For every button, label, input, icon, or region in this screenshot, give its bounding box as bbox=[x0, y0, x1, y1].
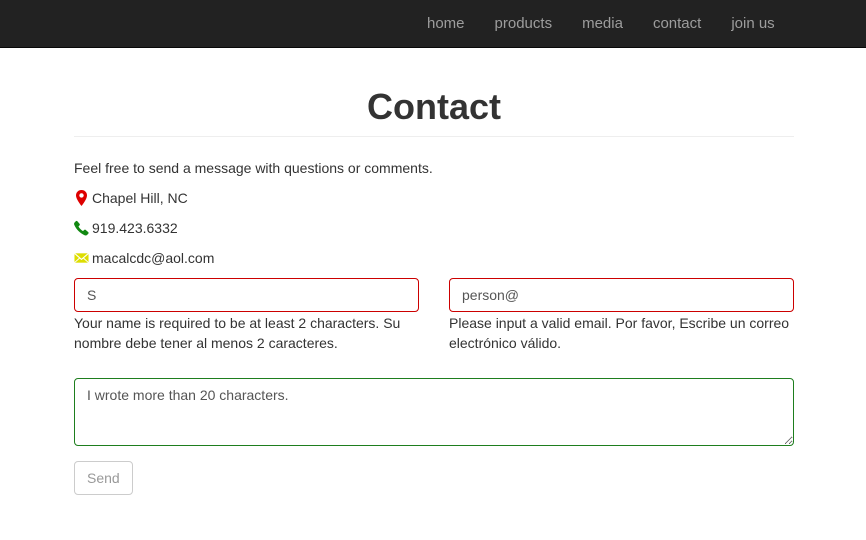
email-error-text: Please input a valid email. Por favor, E… bbox=[449, 315, 790, 351]
phone-line: 919.423.6332 bbox=[74, 218, 794, 238]
page-title: Contact bbox=[367, 86, 501, 127]
nav-links: home products media contact join us bbox=[412, 0, 790, 48]
main-container: Contact Feel free to send a message with… bbox=[74, 48, 794, 495]
map-marker-icon bbox=[76, 190, 87, 206]
contact-form-row: Your name is required to be at least 2 c… bbox=[74, 278, 794, 353]
location-line: Chapel Hill, NC bbox=[74, 188, 794, 208]
intro-text: Feel free to send a message with questio… bbox=[74, 160, 433, 176]
name-error-text: Your name is required to be at least 2 c… bbox=[74, 315, 401, 351]
email-line: macalcdc@aol.com bbox=[74, 248, 794, 268]
nav-link-media[interactable]: media bbox=[567, 0, 638, 48]
phone-text: 919.423.6332 bbox=[92, 220, 178, 236]
nav-link-products[interactable]: products bbox=[480, 0, 568, 48]
email-input[interactable] bbox=[449, 278, 794, 312]
message-textarea[interactable]: I wrote more than 20 characters. bbox=[74, 378, 794, 446]
navbar: home products media contact join us bbox=[0, 0, 866, 48]
location-text: Chapel Hill, NC bbox=[92, 190, 188, 206]
phone-icon bbox=[74, 220, 89, 236]
email-text: macalcdc@aol.com bbox=[92, 250, 215, 266]
nav-link-home[interactable]: home bbox=[412, 0, 480, 48]
email-field-group: Please input a valid email. Por favor, E… bbox=[449, 278, 794, 353]
envelope-icon bbox=[74, 252, 89, 264]
nav-link-contact[interactable]: contact bbox=[638, 0, 716, 48]
name-input[interactable] bbox=[74, 278, 419, 312]
nav-link-join-us[interactable]: join us bbox=[716, 0, 789, 48]
page-header: Contact bbox=[74, 86, 794, 137]
name-field-group: Your name is required to be at least 2 c… bbox=[74, 278, 419, 353]
send-button[interactable]: Send bbox=[74, 461, 133, 495]
